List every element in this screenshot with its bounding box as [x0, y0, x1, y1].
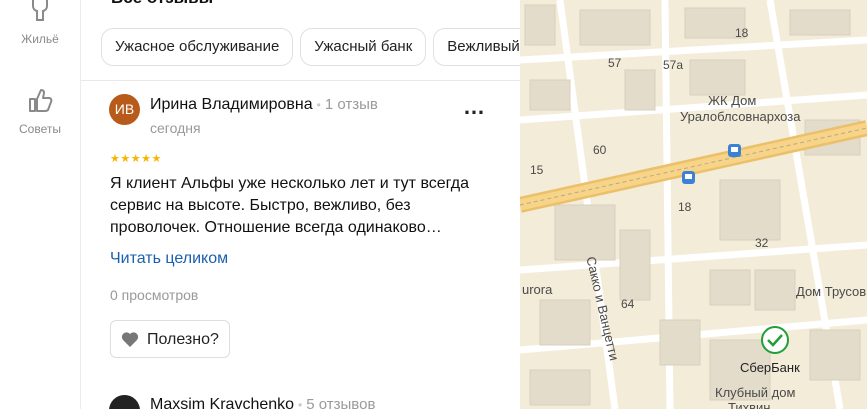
left-nav-rail: Жильё Советы	[0, 0, 81, 409]
map-house-number: 57	[608, 56, 622, 70]
avatar[interactable]	[109, 395, 140, 409]
chip-terrible-bank[interactable]: Ужасный банк	[300, 28, 427, 66]
star-icon: ★	[151, 153, 162, 165]
map-house-number: 57а	[663, 58, 684, 72]
map-house-number: 18	[735, 26, 749, 40]
dot-separator: •	[298, 398, 303, 409]
read-more-link[interactable]: Читать целиком	[110, 250, 228, 268]
sber-map-marker[interactable]	[761, 326, 789, 354]
map-label-aurora: urora	[522, 282, 553, 297]
nav-housing-label: Жильё	[21, 32, 59, 46]
map-view[interactable]: 57 57а 18 60 15 18 32 64 ЖК Дом Уралоблс…	[520, 0, 867, 409]
map-label-club-house: Клубный дом	[715, 385, 796, 400]
dot-separator: •	[316, 98, 321, 112]
chip-terrible-service[interactable]: Ужасное обслуживание	[101, 28, 294, 66]
reviews-panel: Все отзывы Ужасное обслуживаниеУжасный б…	[81, 0, 520, 409]
avatar[interactable]: ИВ	[109, 94, 140, 125]
map-label-club-house-name: Тихвин	[728, 400, 771, 409]
review-date: сегодня	[150, 120, 201, 136]
useful-label: Полезно?	[147, 331, 219, 348]
more-dots-icon[interactable]: …	[463, 94, 486, 120]
map-house-number: 60	[593, 143, 607, 157]
divider	[81, 80, 520, 81]
author-review-count: 1 отзыв	[324, 96, 378, 113]
map-canvas	[520, 0, 867, 409]
bus-stop-icon[interactable]	[682, 171, 695, 184]
author-name[interactable]: Maxsim Kravchenko	[150, 396, 294, 409]
map-label-dom-trusov: Дом Трусов	[796, 284, 867, 299]
housing-icon	[32, 0, 48, 21]
review-filter-chips: Ужасное обслуживание Ужасный банк Вежливый	[101, 28, 520, 66]
review-author: Ирина Владимировна • 1 отзыв	[150, 96, 378, 114]
bus-stop-icon[interactable]	[728, 144, 741, 157]
author-name[interactable]: Ирина Владимировна	[150, 96, 313, 113]
star-icon: ★	[141, 153, 152, 165]
map-house-number: 32	[755, 236, 769, 250]
nav-tips-label: Советы	[19, 122, 61, 136]
chip-polite[interactable]: Вежливый	[433, 28, 520, 66]
map-house-number: 64	[621, 297, 635, 311]
author-review-count: 5 отзывов	[306, 396, 376, 409]
views-count: 0 просмотров	[110, 287, 199, 303]
panel-title: Все отзывы	[111, 0, 213, 8]
rating-stars: ★★★★★	[110, 152, 162, 165]
review-author: Maxsim Kravchenko • 5 отзывов	[150, 396, 375, 409]
map-label-jk: ЖК Дом	[708, 93, 757, 108]
star-icon: ★	[120, 153, 131, 165]
map-label-sber: СберБанк	[740, 360, 800, 375]
nav-item-tips[interactable]: Советы	[0, 86, 80, 136]
nav-item-housing[interactable]: Жильё	[0, 0, 80, 46]
map-house-number: 15	[530, 163, 544, 177]
map-label-jk-name: Уралоблсовнархоза	[680, 109, 801, 124]
star-icon: ★	[130, 153, 142, 165]
map-house-number: 18	[678, 200, 692, 214]
heart-icon	[121, 332, 139, 347]
star-icon: ★	[110, 153, 121, 165]
review-text: Я клиент Альфы уже несколько лет и тут в…	[110, 175, 470, 236]
thumbs-up-icon	[29, 89, 53, 112]
useful-button[interactable]: Полезно?	[110, 320, 230, 358]
